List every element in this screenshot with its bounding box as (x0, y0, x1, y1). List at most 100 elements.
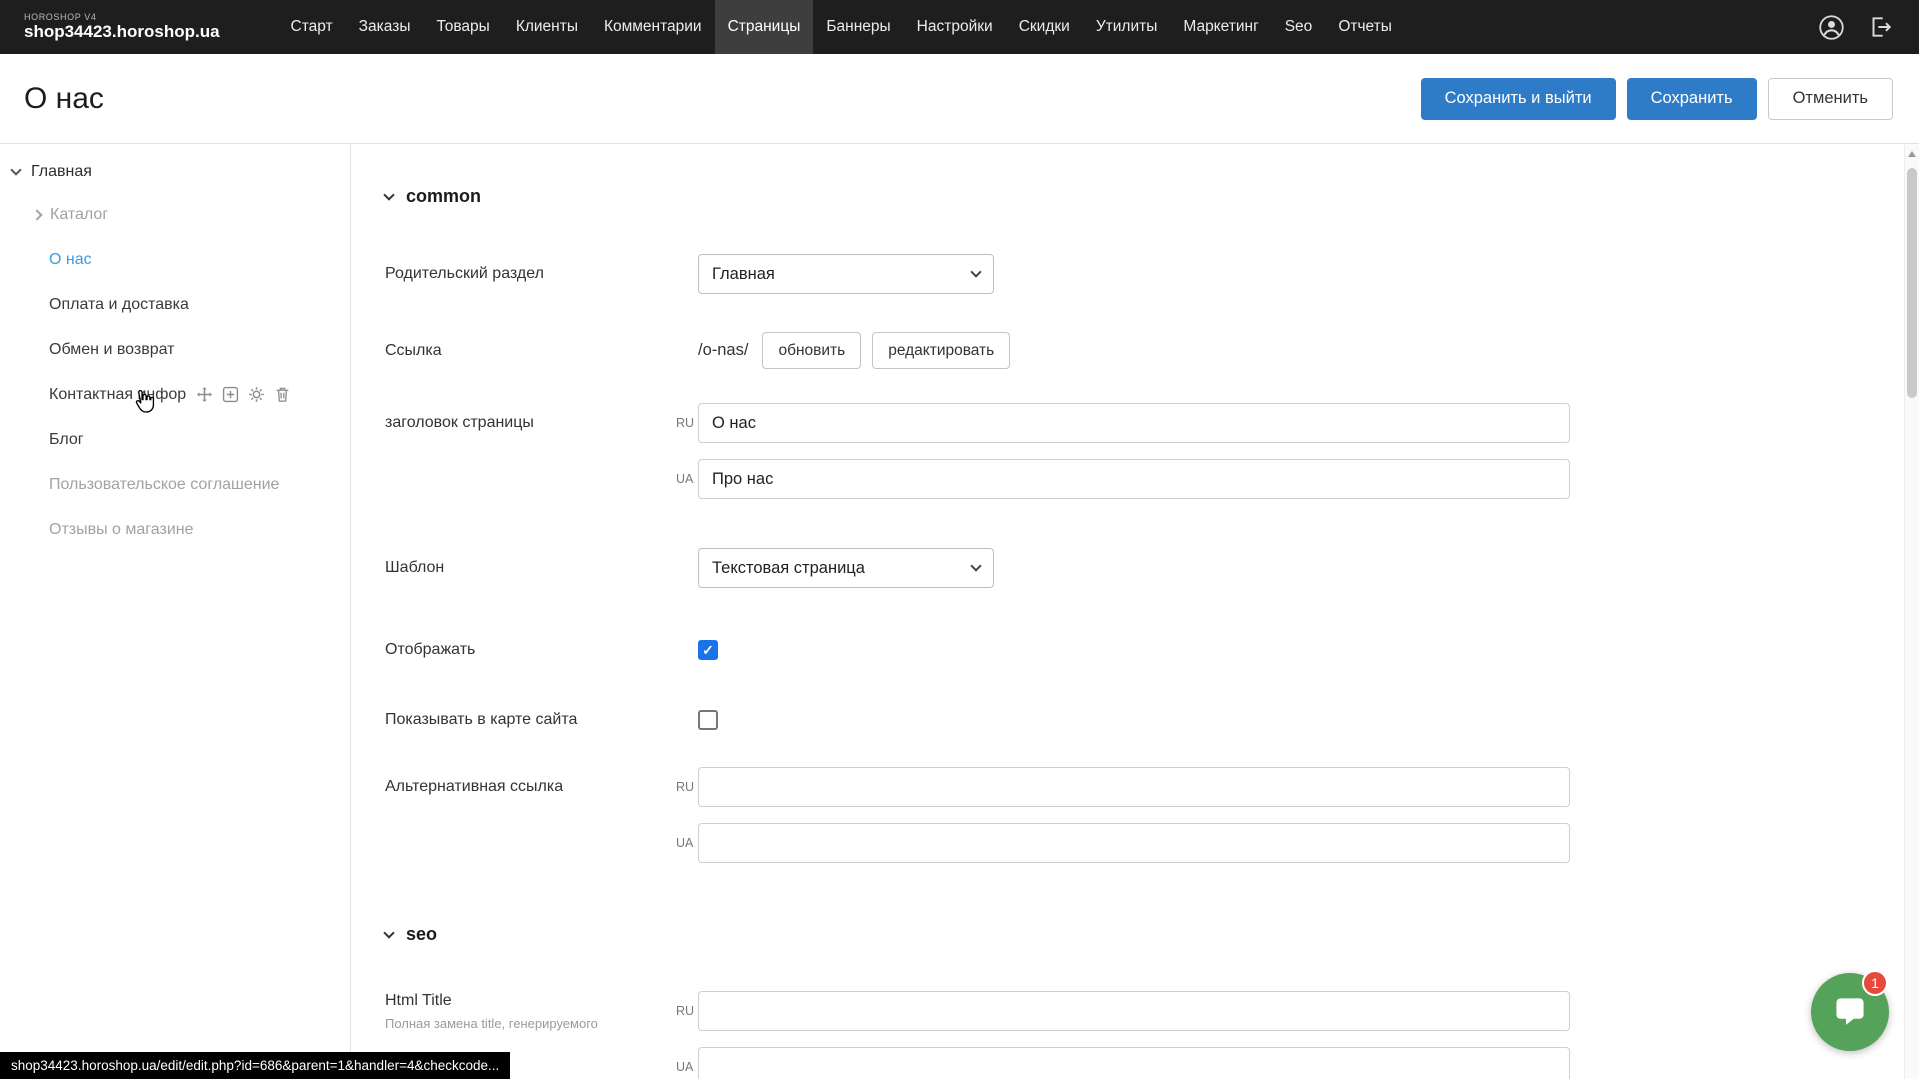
field-row-page-title-ua: UA (385, 459, 1919, 499)
chat-unread-badge: 1 (1862, 970, 1888, 996)
add-icon[interactable] (222, 386, 239, 403)
edit-form: common Родительский раздел Главная Ссылк… (351, 144, 1919, 1079)
html-title-label: Html Title (385, 992, 676, 1010)
sitemap-checkbox[interactable] (698, 710, 718, 730)
sidebar-item-label: Блог (49, 431, 84, 449)
scroll-up-arrow-icon[interactable] (1908, 151, 1916, 157)
chevron-right-icon (31, 209, 42, 220)
page-title-label: заголовок страницы (385, 414, 676, 432)
page-header: О нас Сохранить и выйти Сохранить Отмени… (0, 54, 1919, 144)
section-seo-toggle[interactable]: seo (385, 922, 1919, 946)
field-row-display: Отображать (385, 638, 1919, 662)
menu-item-pages[interactable]: Страницы (715, 0, 814, 54)
menu-item-start[interactable]: Старт (278, 0, 346, 54)
parent-section-label: Родительский раздел (385, 265, 676, 283)
sidebar-item-katalog[interactable]: Каталог (0, 192, 350, 237)
alt-link-label: Альтернативная ссылка (385, 778, 676, 796)
field-row-sitemap: Показывать в карте сайта (385, 708, 1919, 732)
display-label: Отображать (385, 641, 676, 659)
field-row-alt-link-ru: Альтернативная ссылка RU (385, 767, 1919, 807)
sidebar-item-glavnaya[interactable]: Главная (0, 152, 350, 192)
display-checkbox[interactable] (698, 640, 718, 660)
html-title-hint: Полная замена title, генерируемого (385, 1016, 676, 1031)
html-title-ru-input[interactable] (698, 991, 1570, 1031)
lang-ua-badge: UA (676, 472, 698, 486)
section-common-toggle[interactable]: common (385, 184, 1919, 208)
sidebar-item-label: Обмен и возврат (49, 341, 174, 359)
menu-item-marketing[interactable]: Маркетинг (1170, 0, 1271, 54)
sidebar-item-blog[interactable]: Блог (0, 417, 350, 462)
template-select[interactable]: Текстовая страница (698, 548, 994, 588)
link-edit-button[interactable]: редактировать (872, 332, 1010, 369)
sidebar-item-agreement[interactable]: Пользовательское соглашение (0, 462, 350, 507)
sitemap-label: Показывать в карте сайта (385, 711, 676, 729)
template-label: Шаблон (385, 559, 676, 577)
menu-item-utilities[interactable]: Утилиты (1083, 0, 1171, 54)
brand[interactable]: HOROSHOP V4 shop34423.horoshop.ua (24, 0, 220, 54)
sidebar-item-oplata-dostavka[interactable]: Оплата и доставка (0, 282, 350, 327)
chevron-down-icon (10, 164, 21, 175)
sidebar-item-reviews[interactable]: Отзывы о магазине (0, 507, 350, 552)
field-row-template: Шаблон Текстовая страница (385, 548, 1919, 588)
cancel-button[interactable]: Отменить (1768, 78, 1893, 120)
parent-section-select[interactable]: Главная (698, 254, 994, 294)
page-title-ru-input[interactable] (698, 403, 1570, 443)
field-row-page-title-ru: заголовок страницы RU (385, 403, 1919, 443)
menu-item-comments[interactable]: Комментарии (591, 0, 715, 54)
menu-item-seo[interactable]: Seo (1272, 0, 1326, 54)
save-and-exit-button[interactable]: Сохранить и выйти (1421, 78, 1616, 120)
menu-item-reports[interactable]: Отчеты (1325, 0, 1405, 54)
sidebar-root-label: Главная (31, 163, 92, 181)
move-icon[interactable] (196, 386, 213, 403)
section-common-title: common (406, 186, 481, 207)
trash-icon[interactable] (274, 386, 291, 403)
page-title-ua-input[interactable] (698, 459, 1570, 499)
sidebar-item-actions (196, 386, 291, 403)
chevron-down-icon (970, 266, 981, 277)
sidebar-item-label: Отзывы о магазине (49, 521, 194, 539)
chevron-down-icon (383, 189, 394, 200)
template-value: Текстовая страница (712, 559, 865, 578)
menu-item-settings[interactable]: Настройки (904, 0, 1006, 54)
field-row-alt-link-ua: UA (385, 823, 1919, 863)
status-url-text: shop34423.horoshop.ua/edit/edit.php?id=6… (11, 1058, 499, 1073)
menu-item-banners[interactable]: Баннеры (813, 0, 903, 54)
chevron-down-icon (970, 560, 981, 571)
lang-ru-badge: RU (676, 780, 698, 794)
section-seo-title: seo (406, 924, 437, 945)
sidebar-item-kontaktnaya-informaciya[interactable]: Контактная инфор (0, 372, 350, 417)
sidebar-item-label: Пользовательское соглашение (49, 476, 279, 494)
scrollbar-thumb[interactable] (1907, 168, 1917, 398)
gear-icon[interactable] (248, 386, 265, 403)
save-button[interactable]: Сохранить (1627, 78, 1757, 120)
topbar: HOROSHOP V4 shop34423.horoshop.ua Старт … (0, 0, 1919, 54)
header-actions: Сохранить и выйти Сохранить Отменить (1421, 78, 1893, 120)
lang-ru-badge: RU (676, 416, 698, 430)
link-refresh-button[interactable]: обновить (762, 332, 861, 369)
lang-ua-badge: UA (676, 1060, 698, 1074)
user-account-icon[interactable] (1818, 14, 1845, 41)
field-row-html-title-ru: Html Title Полная замена title, генериру… (385, 991, 1919, 1031)
alt-link-ua-input[interactable] (698, 823, 1570, 863)
sidebar-item-obmen-vozvrat[interactable]: Обмен и возврат (0, 327, 350, 372)
sidebar-item-label: Каталог (50, 206, 108, 224)
link-path-value: /o-nas/ (698, 341, 748, 360)
sidebar-item-label: О нас (49, 251, 92, 269)
logout-icon[interactable] (1867, 14, 1893, 40)
vertical-scrollbar[interactable] (1904, 144, 1919, 1079)
chat-widget-button[interactable]: 1 (1811, 973, 1889, 1051)
field-row-link: Ссылка /o-nas/ обновить редактировать (385, 332, 1919, 369)
sidebar-item-o-nas[interactable]: О нас (0, 237, 350, 282)
menu-item-clients[interactable]: Клиенты (503, 0, 591, 54)
menu-item-products[interactable]: Товары (423, 0, 502, 54)
page-title: О нас (24, 82, 104, 116)
lang-ru-badge: RU (676, 1004, 698, 1018)
alt-link-ru-input[interactable] (698, 767, 1570, 807)
menu-item-discounts[interactable]: Скидки (1006, 0, 1083, 54)
content: Главная Каталог О нас Оплата и доставка … (0, 144, 1919, 1079)
menu-item-orders[interactable]: Заказы (346, 0, 424, 54)
sidebar-item-label: Контактная инфор (49, 386, 186, 404)
field-row-parent-section: Родительский раздел Главная (385, 254, 1919, 294)
parent-section-value: Главная (712, 265, 775, 284)
html-title-ua-input[interactable] (698, 1047, 1570, 1079)
